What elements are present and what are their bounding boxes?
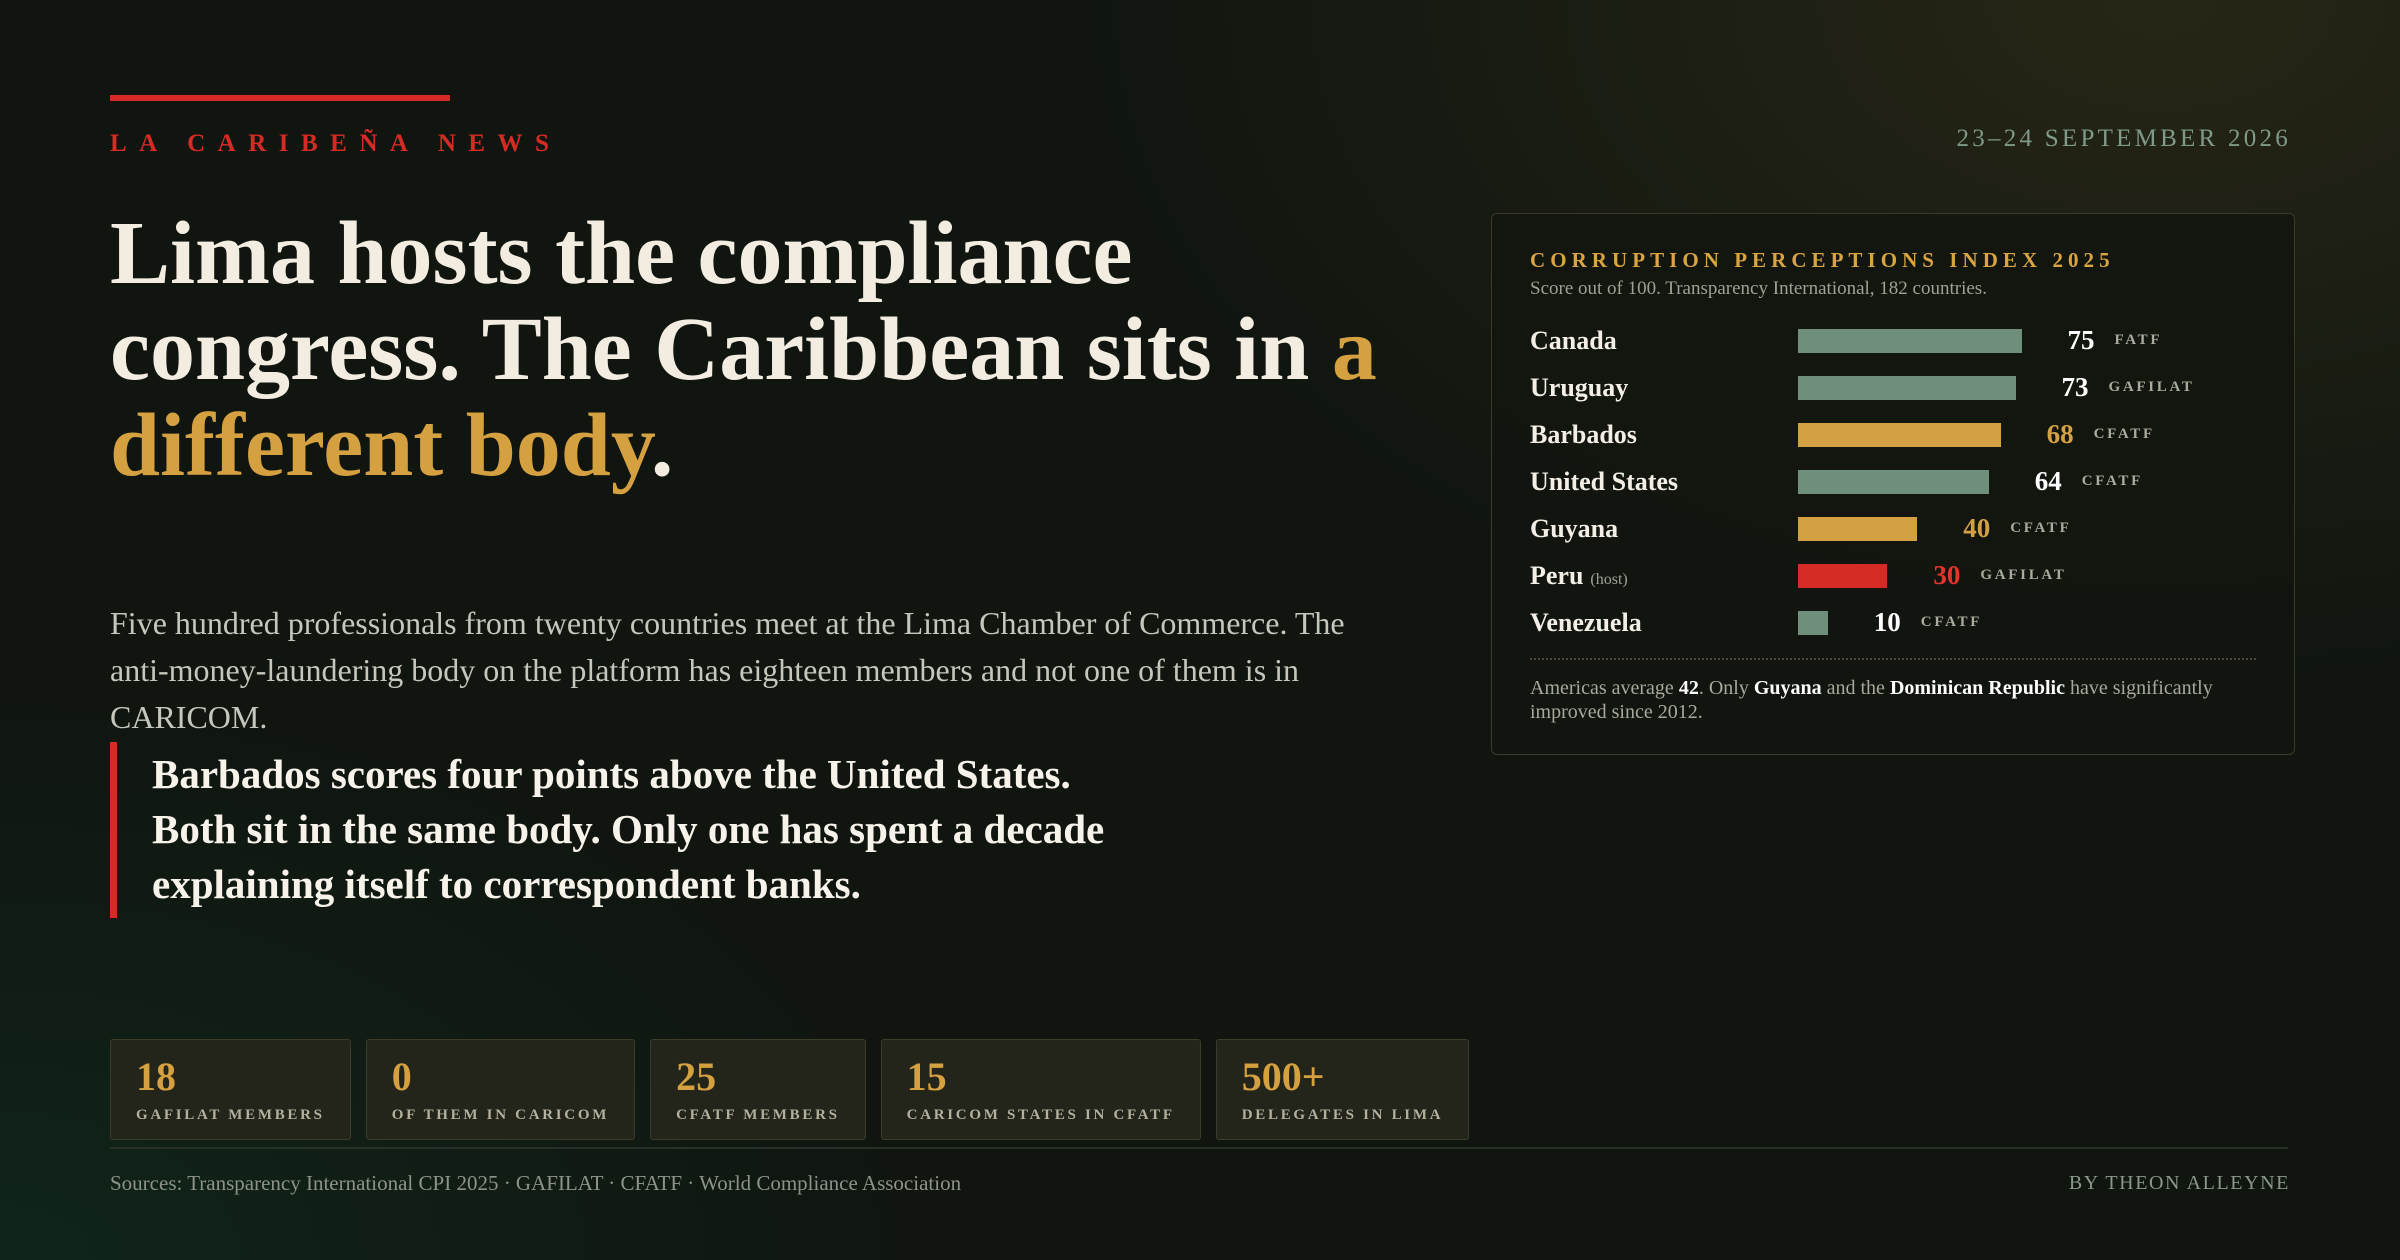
body-label: CFATF [2093,426,2155,442]
stat-card: 0 OF THEM IN CARICOM [365,1039,636,1140]
bar-guyana [1798,516,1918,541]
stat-label: CARICOM STATES IN CFATF [906,1107,1175,1123]
category-name: Venezuela [1530,607,1642,637]
body-label: CFATF [2010,520,2072,536]
chart-footnote: Americas average 42. Only Guyana and the… [1530,676,2256,724]
footnote-emphasis: 42 [1678,677,1699,699]
category-label: Guyana [1530,514,1798,544]
footnote-text: . Only [1698,677,1754,699]
category-label: Venezuela [1530,608,1798,638]
lede-paragraph: Five hundred professionals from twenty c… [110,605,1345,735]
chart-row-barbados: Barbados 68 CFATF [1530,411,2256,458]
category-name: Canada [1530,325,1617,355]
chart-row-peru: Peru (host) 30 GAFILAT [1530,552,2256,599]
value-label: 75 [2067,325,2095,355]
pull-quote: Barbados scores four points above the Un… [110,742,1137,918]
cpi-chart-card: CORRUPTION PERCEPTIONS INDEX 2025 Score … [1491,213,2295,755]
headline-tail: . [650,396,674,495]
brand-rule [110,95,450,101]
category-label: Uruguay [1530,373,1798,403]
stat-value: 500+ [1241,1054,1325,1099]
footer-rule [110,1147,2288,1149]
stat-card: 25 CFATF MEMBERS [650,1039,866,1140]
stat-label: CFATF MEMBERS [676,1107,840,1123]
chart-row-venezuela: Venezuela 10 CFATF [1530,599,2256,646]
bar-venezuela [1798,610,1828,635]
category-label: Canada [1530,326,1798,356]
stat-value: 18 [136,1054,176,1099]
stat-label: OF THEM IN CARICOM [391,1107,610,1123]
stat-value: 0 [391,1054,412,1099]
stat-label: GAFILAT MEMBERS [136,1107,325,1123]
chart-rows: Canada 75 FATF Uruguay 73 GAFILAT Barbados 68 CF… [1530,317,2256,646]
chart-divider [1530,658,2256,660]
footnote-emphasis: Guyana [1753,677,1822,699]
chart-subtitle: Score out of 100. Transparency Internati… [1530,278,1987,299]
footnote-text: Americas average [1530,677,1679,699]
category-label: Barbados [1530,420,1798,450]
category-name: Guyana [1530,513,1619,543]
footnote-text: and the [1821,677,1890,699]
value-label: 64 [2034,466,2062,496]
body-label: GAFILAT [1980,567,2067,583]
chart-row-united-states: United States 64 CFATF [1530,458,2256,505]
chart-row-canada: Canada 75 FATF [1530,317,2256,364]
body-label: FATF [2114,332,2163,348]
value-label: 73 [2061,372,2089,402]
stat-card: 500+ DELEGATES IN LIMA [1215,1039,1470,1140]
category-name: Uruguay [1530,372,1629,402]
bar-peru [1798,563,1888,588]
value-label: 10 [1873,607,1901,637]
bar-barbados [1798,422,2001,447]
chart-row-uruguay: Uruguay 73 GAFILAT [1530,364,2256,411]
stat-value: 15 [906,1054,947,1099]
chart-title: CORRUPTION PERCEPTIONS INDEX 2025 [1530,248,2115,272]
value-label: 40 [1963,513,1991,543]
stat-label: DELEGATES IN LIMA [1241,1107,1444,1123]
headline-lead: Lima hosts the compliance congress. The … [110,204,1332,399]
bar-uruguay [1798,375,2016,400]
publication-name: LA CARIBEÑA NEWS [110,130,562,157]
sources-line: Sources: Transparency International CPI … [110,1171,962,1195]
body-label: CFATF [2081,473,2143,489]
value-label: 68 [2046,419,2074,449]
bar-canada [1798,328,2022,353]
bar-united-states [1798,469,1989,494]
stats-strip: 18 GAFILAT MEMBERS 0 OF THEM IN CARICOM … [110,1039,1470,1140]
event-date: 23–24 SEPTEMBER 2026 [1956,125,2291,152]
stat-card: 15 CARICOM STATES IN CFATF [880,1039,1201,1140]
category-label: Peru (host) [1530,561,1798,591]
category-name: Peru [1530,560,1584,590]
stat-value: 25 [676,1054,717,1099]
footnote-emphasis: Dominican Republic [1889,677,2065,699]
byline: BY THEON ALLEYNE [2068,1172,2290,1194]
category-note: (host) [1590,570,1628,588]
category-name: Barbados [1530,419,1637,449]
value-label: 30 [1933,560,1961,590]
body-label: CFATF [1920,614,1983,630]
headline: Lima hosts the compliance congress. The … [110,206,1430,494]
category-label: United States [1530,467,1798,497]
stat-card: 18 GAFILAT MEMBERS [110,1039,351,1140]
chart-row-guyana: Guyana 40 CFATF [1530,505,2256,552]
category-name: United States [1530,466,1679,496]
body-label: GAFILAT [2108,379,2195,395]
